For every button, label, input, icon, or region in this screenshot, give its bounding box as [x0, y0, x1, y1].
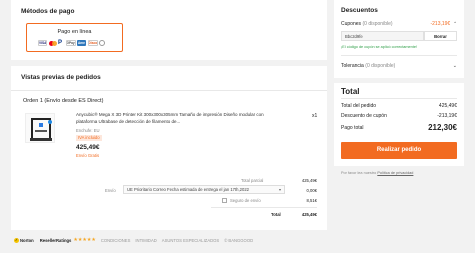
chevron-down-icon: ⌄: [452, 63, 457, 69]
norton-brand: Norton: [20, 237, 34, 243]
coupon-row[interactable]: Cupones (0 disponible) -213,19€ ⌃: [341, 21, 457, 27]
order-preview-card: Vistas previas de pedidos Orden 1 (Envío…: [11, 66, 327, 230]
footer-link-specialized[interactable]: ASUNTOS ESPECIALIZADOS: [162, 238, 219, 243]
summary-title: Total: [341, 87, 360, 96]
place-order-button[interactable]: Realizar pedido: [341, 142, 457, 159]
payment-option-online[interactable]: Pago en línea VISA P GPay Amex Discover: [26, 23, 123, 52]
coupon-amount: -213,19€: [430, 21, 451, 27]
product-name[interactable]: Anycubic® Mega X 3D Printer Kit 300x300x…: [76, 112, 271, 125]
payment-option-label: Pago en línea: [57, 29, 92, 35]
discounts-card: Descuentos Cupones (0 disponible) -213,1…: [334, 0, 464, 78]
mastercard-logo-icon: [48, 40, 57, 46]
tolerance-available: (0 disponible): [365, 63, 396, 69]
shipping-method-select[interactable]: UE Prioritario Correo Fecha estimada de …: [123, 185, 285, 194]
payment-methods-title: Métodos de pago: [21, 8, 75, 15]
product-image[interactable]: [25, 113, 55, 143]
coupon-discount-value: -213,19€: [437, 113, 457, 119]
order-group-label: Orden 1 (Envío desde ES Direct): [23, 98, 104, 104]
payment-methods-card: Métodos de pago Pago en línea VISA P GPa…: [11, 0, 327, 60]
coupon-label: Cupones: [341, 21, 362, 27]
printer-image-icon: [30, 118, 52, 141]
discounts-title: Descuentos: [341, 7, 378, 14]
chevron-up-icon: ⌃: [453, 21, 457, 26]
subtotal-value: 425,49€: [301, 178, 317, 183]
insurance-checkbox[interactable]: [222, 198, 227, 203]
coupon-success-message: ¡El código de cupón se aplicó correctame…: [341, 45, 417, 49]
footer-copyright: © BANGGOOD: [224, 237, 254, 243]
tolerance-row[interactable]: Tolerancia (0 disponible) ⌄: [341, 63, 457, 69]
insurance-row: Seguro de envío: [222, 198, 261, 203]
free-shipping-note: Envío Gratis: [76, 153, 100, 158]
divider: [341, 98, 457, 99]
paypal-logo-icon: P: [58, 40, 63, 46]
footer-link-privacy[interactable]: INTIMIDAD: [135, 238, 156, 243]
insurance-label: Seguro de envío: [230, 198, 261, 203]
product-qty: x1: [312, 113, 318, 119]
order-total-value: 425,49€: [438, 103, 457, 109]
divider: [211, 207, 317, 208]
shipping-method-value: UE Prioritario Correo Fecha estimada de …: [127, 187, 249, 192]
divider: [11, 90, 327, 91]
discover-logo-icon: Discover: [87, 40, 98, 46]
total-label: Total: [271, 212, 281, 217]
norton-badge[interactable]: ✓ Norton: [14, 237, 34, 243]
rating-stars-icon: ★★★★★: [73, 237, 96, 243]
order-total-label: Total del pedido: [341, 103, 377, 109]
visa-logo-icon: VISA: [38, 40, 47, 46]
shipping-label: Envío: [105, 188, 116, 193]
subtotal-label: Total parcial: [241, 178, 264, 183]
tolerance-label: Tolerancia: [341, 63, 364, 69]
remove-coupon-button[interactable]: Borrar: [424, 31, 457, 41]
privacy-policy-link[interactable]: Política de privacidad: [377, 171, 413, 175]
checkmark-icon: ✓: [14, 237, 19, 243]
shipping-value: 0,00€: [306, 188, 317, 193]
footer: ✓ Norton ResellerRatings ★★★★★ CONDICION…: [14, 237, 253, 243]
insurance-value: 8,51€: [306, 198, 317, 203]
coupon-discount-label: Descuento de cupón: [341, 113, 387, 119]
paid-total-value: 212,30€: [428, 123, 457, 132]
tax-included-badge: IVA incluido: [76, 135, 102, 141]
privacy-notice: Por favor lea nuestro Política de privac…: [341, 171, 413, 175]
coupon-input[interactable]: Bbc2d9fe: [341, 31, 424, 41]
divider: [341, 55, 457, 56]
summary-card: Total Total del pedido 425,49€ Descuento…: [334, 83, 464, 166]
total-value: 425,49€: [301, 212, 317, 217]
reseller-ratings-label[interactable]: ResellerRatings: [40, 238, 72, 243]
coupon-available: (0 disponible): [362, 21, 393, 27]
product-variant: Enchufe: EU: [76, 128, 100, 133]
diners-logo-icon: [99, 40, 105, 46]
product-price: 425,49€: [76, 144, 100, 151]
amex-logo-icon: Amex: [77, 40, 86, 46]
googlepay-logo-icon: GPay: [65, 40, 76, 46]
footer-link-conditions[interactable]: CONDICIONES: [101, 238, 131, 243]
order-preview-title: Vistas previas de pedidos: [21, 74, 101, 81]
privacy-prefix: Por favor lea nuestro: [341, 171, 377, 175]
paid-total-label: Pago total: [341, 125, 364, 131]
chevron-down-icon: ▾: [278, 187, 281, 192]
payment-logos: VISA P GPay Amex Discover: [38, 40, 105, 46]
